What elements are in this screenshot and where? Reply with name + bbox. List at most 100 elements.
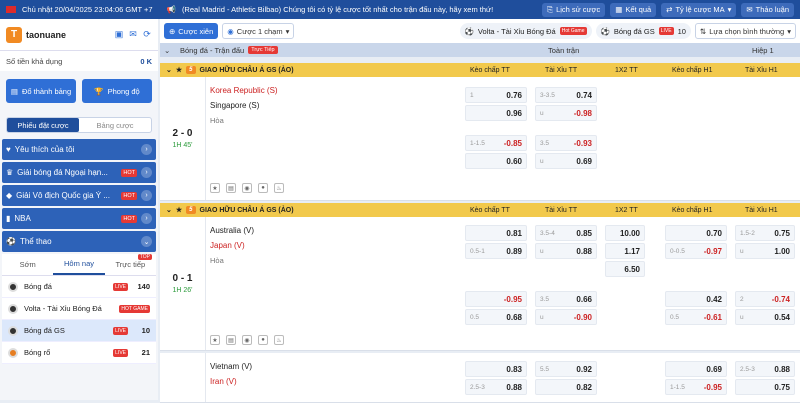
star-icon[interactable]: ★ <box>210 335 220 345</box>
results-button[interactable]: ▦ Kết quả <box>610 2 657 17</box>
odds-cell[interactable]: u -0.90 <box>535 309 597 325</box>
balance-label: Số tiền khả dụng <box>6 56 63 66</box>
tab-today[interactable]: Hôm nay <box>53 254 105 275</box>
menu-sports[interactable]: ⚽ Thể thao ⌄ <box>2 231 156 252</box>
full-match-label: Toàn trận <box>548 45 580 55</box>
form-button[interactable]: 🏆 Phong độ <box>82 79 152 103</box>
odds-type-button[interactable]: ⇄ Tỷ lệ cược MA ▾ <box>661 2 737 17</box>
league-header[interactable]: ⌄ ★ 5 GIAO HỮU CHÂU Á GS (ẢO) Kèo chấp TT T… <box>160 203 800 217</box>
col-handicap-h1: Kèo chấp H1 <box>672 66 713 74</box>
sport-item-volta[interactable]: Volta - Tài Xỉu Bóng Đá HOT GAME <box>2 298 156 320</box>
odds-icon: ⇄ <box>666 5 673 14</box>
avatar[interactable]: T <box>6 26 22 43</box>
odds-cell[interactable]: 0.60 <box>465 153 527 169</box>
odds-cell[interactable]: 1.17 <box>605 243 645 259</box>
col-handicap-h1: Kèo chấp H1 <box>672 206 713 214</box>
odds-cell[interactable]: 5.5 0.92 <box>535 361 597 377</box>
odds-cell[interactable]: 0.83 <box>465 361 527 377</box>
volta-shortcut[interactable]: ⚽ Volta - Tài Xỉu Bóng Đá Hot Game <box>459 23 592 39</box>
tab-bet-list[interactable]: Bảng cược <box>79 118 151 132</box>
odds-cell[interactable]: 6.50 <box>605 261 645 277</box>
star-icon[interactable]: ★ <box>176 66 182 74</box>
heart-icon: ♥ <box>6 145 11 154</box>
chevron-down-icon: ▾ <box>285 26 290 36</box>
tab-badge: TOP <box>137 254 152 260</box>
wallet-icon[interactable]: ▣ <box>114 29 124 40</box>
odds-cell[interactable]: 1-1.5 -0.85 <box>465 135 527 151</box>
odds-cell[interactable]: 2.5-3 0.88 <box>735 361 795 377</box>
odds-cell[interactable]: 1.5-2 0.75 <box>735 225 795 241</box>
tab-early[interactable]: Sớm <box>2 254 53 275</box>
odds-cell[interactable]: 0.5-1 0.89 <box>465 243 527 259</box>
col-ou-h1: Tài Xỉu H1 <box>745 66 778 74</box>
odds-cell[interactable]: 0.5 0.68 <box>465 309 527 325</box>
menu-nba[interactable]: ▮ NBA HOT › <box>2 208 156 229</box>
odds-cell[interactable]: u -0.98 <box>535 105 597 121</box>
collapse-icon[interactable]: ⌄ <box>160 46 172 55</box>
odds-cell[interactable]: u 0.88 <box>535 243 597 259</box>
mail-icon[interactable]: ✉ <box>128 29 138 40</box>
odds-cell[interactable]: 2.5-3 0.88 <box>465 379 527 395</box>
col-1x2-ft: 1X2 TT <box>615 206 638 214</box>
parlay-icon: ⊕ <box>169 26 176 36</box>
discussion-button[interactable]: ✉ Thảo luận <box>741 2 794 17</box>
odds-cell[interactable]: 0.96 <box>465 105 527 121</box>
fire-icon[interactable]: ♨ <box>274 335 284 345</box>
record-icon[interactable]: ● <box>258 183 268 193</box>
bet-history-button[interactable]: ⎘ Lịch sử cược <box>542 2 606 17</box>
switch-table-button[interactable]: ▤ Đổ thành bảng <box>6 79 76 103</box>
odds-cell[interactable]: 0.69 <box>665 361 727 377</box>
first-half-label: Hiệp 1 <box>752 45 774 55</box>
match-row: Vietnam (V) Iran (V) 0.83 2.5-3 0.88 5.5 0… <box>160 353 800 403</box>
odds-cell[interactable]: 1 0.76 <box>465 87 527 103</box>
gs-shortcut[interactable]: ⚽ Bóng đá GS LIVE 10 <box>595 23 691 39</box>
balance-row: Số tiền khả dụng 0 K <box>0 51 158 71</box>
record-icon[interactable]: ● <box>258 335 268 345</box>
odds-cell[interactable]: -0.95 <box>465 291 527 307</box>
collapse-icon[interactable]: ⌄ <box>166 206 172 214</box>
sport-item-football[interactable]: Bóng đá LIVE 140 <box>2 276 156 298</box>
sort-select[interactable]: ⇅ Lựa chọn bình thường ▾ <box>694 23 796 39</box>
menu-favorites[interactable]: ♥ Yêu thích của tôi › <box>2 139 156 160</box>
odds-cell[interactable]: u 0.54 <box>735 309 795 325</box>
odds-cell[interactable]: u 0.69 <box>535 153 597 169</box>
odds-cell[interactable]: 0.70 <box>665 225 727 241</box>
stats-icon[interactable]: ▤ <box>226 183 236 193</box>
odds-cell[interactable]: u 1.00 <box>735 243 795 259</box>
chevron-down-icon: ⌄ <box>141 236 152 247</box>
odds-cell[interactable]: 3.5 -0.93 <box>535 135 597 151</box>
odds-cell[interactable]: 0.42 <box>665 291 727 307</box>
odds-cell[interactable]: 3.5 0.66 <box>535 291 597 307</box>
league-header[interactable]: ⌄ ★ 5 GIAO HỮU CHÂU Á GS (ẢO) Kèo chấp TT T… <box>160 63 800 77</box>
odds-cell[interactable]: 0.5 -0.61 <box>665 309 727 325</box>
toggle-icon: ◉ <box>227 26 234 36</box>
odds-cell[interactable]: 0.82 <box>535 379 597 395</box>
odds-cell[interactable]: 2 -0.74 <box>735 291 795 307</box>
odds-cell[interactable]: 10.00 <box>605 225 645 241</box>
draw-label: Hòa <box>210 116 224 125</box>
collapse-icon[interactable]: ⌄ <box>166 66 172 74</box>
odds-cell[interactable]: 1-1.5 -0.95 <box>665 379 727 395</box>
star-icon[interactable]: ★ <box>210 183 220 193</box>
tab-bet-slip[interactable]: Phiếu đặt cược <box>7 118 79 132</box>
odds-cell[interactable]: 0.81 <box>465 225 527 241</box>
eye-icon[interactable]: ◉ <box>242 335 252 345</box>
menu-serie-a[interactable]: ◆ Giải Vô địch Quốc gia Ý ... HOT › <box>2 185 156 206</box>
sport-item-basketball[interactable]: Bóng rổ LIVE 21 <box>2 342 156 364</box>
odds-cell[interactable]: 3-3.5 0.74 <box>535 87 597 103</box>
star-icon[interactable]: ★ <box>176 206 182 214</box>
odds-cell[interactable]: 0.75 <box>735 379 795 395</box>
one-click-toggle[interactable]: ◉ Cược 1 chạm ▾ <box>222 23 295 39</box>
fire-icon[interactable]: ♨ <box>274 183 284 193</box>
parlay-button[interactable]: ⊕ Cược xiên <box>164 23 219 39</box>
eye-icon[interactable]: ◉ <box>242 183 252 193</box>
home-team: Vietnam (V) <box>210 362 253 371</box>
league-logo: 5 <box>186 206 196 214</box>
menu-premier-league[interactable]: ♛ Giải bóng đá Ngoại hạn... HOT › <box>2 162 156 183</box>
odds-cell[interactable]: 3.5-4 0.85 <box>535 225 597 241</box>
sport-item-football-gs[interactable]: Bóng đá GS LIVE 10 <box>2 320 156 342</box>
stats-icon[interactable]: ▤ <box>226 335 236 345</box>
tab-live[interactable]: Trực tiếp TOP <box>105 254 156 275</box>
refresh-icon[interactable]: ⟳ <box>142 29 152 40</box>
odds-cell[interactable]: 0-0.5 -0.97 <box>665 243 727 259</box>
